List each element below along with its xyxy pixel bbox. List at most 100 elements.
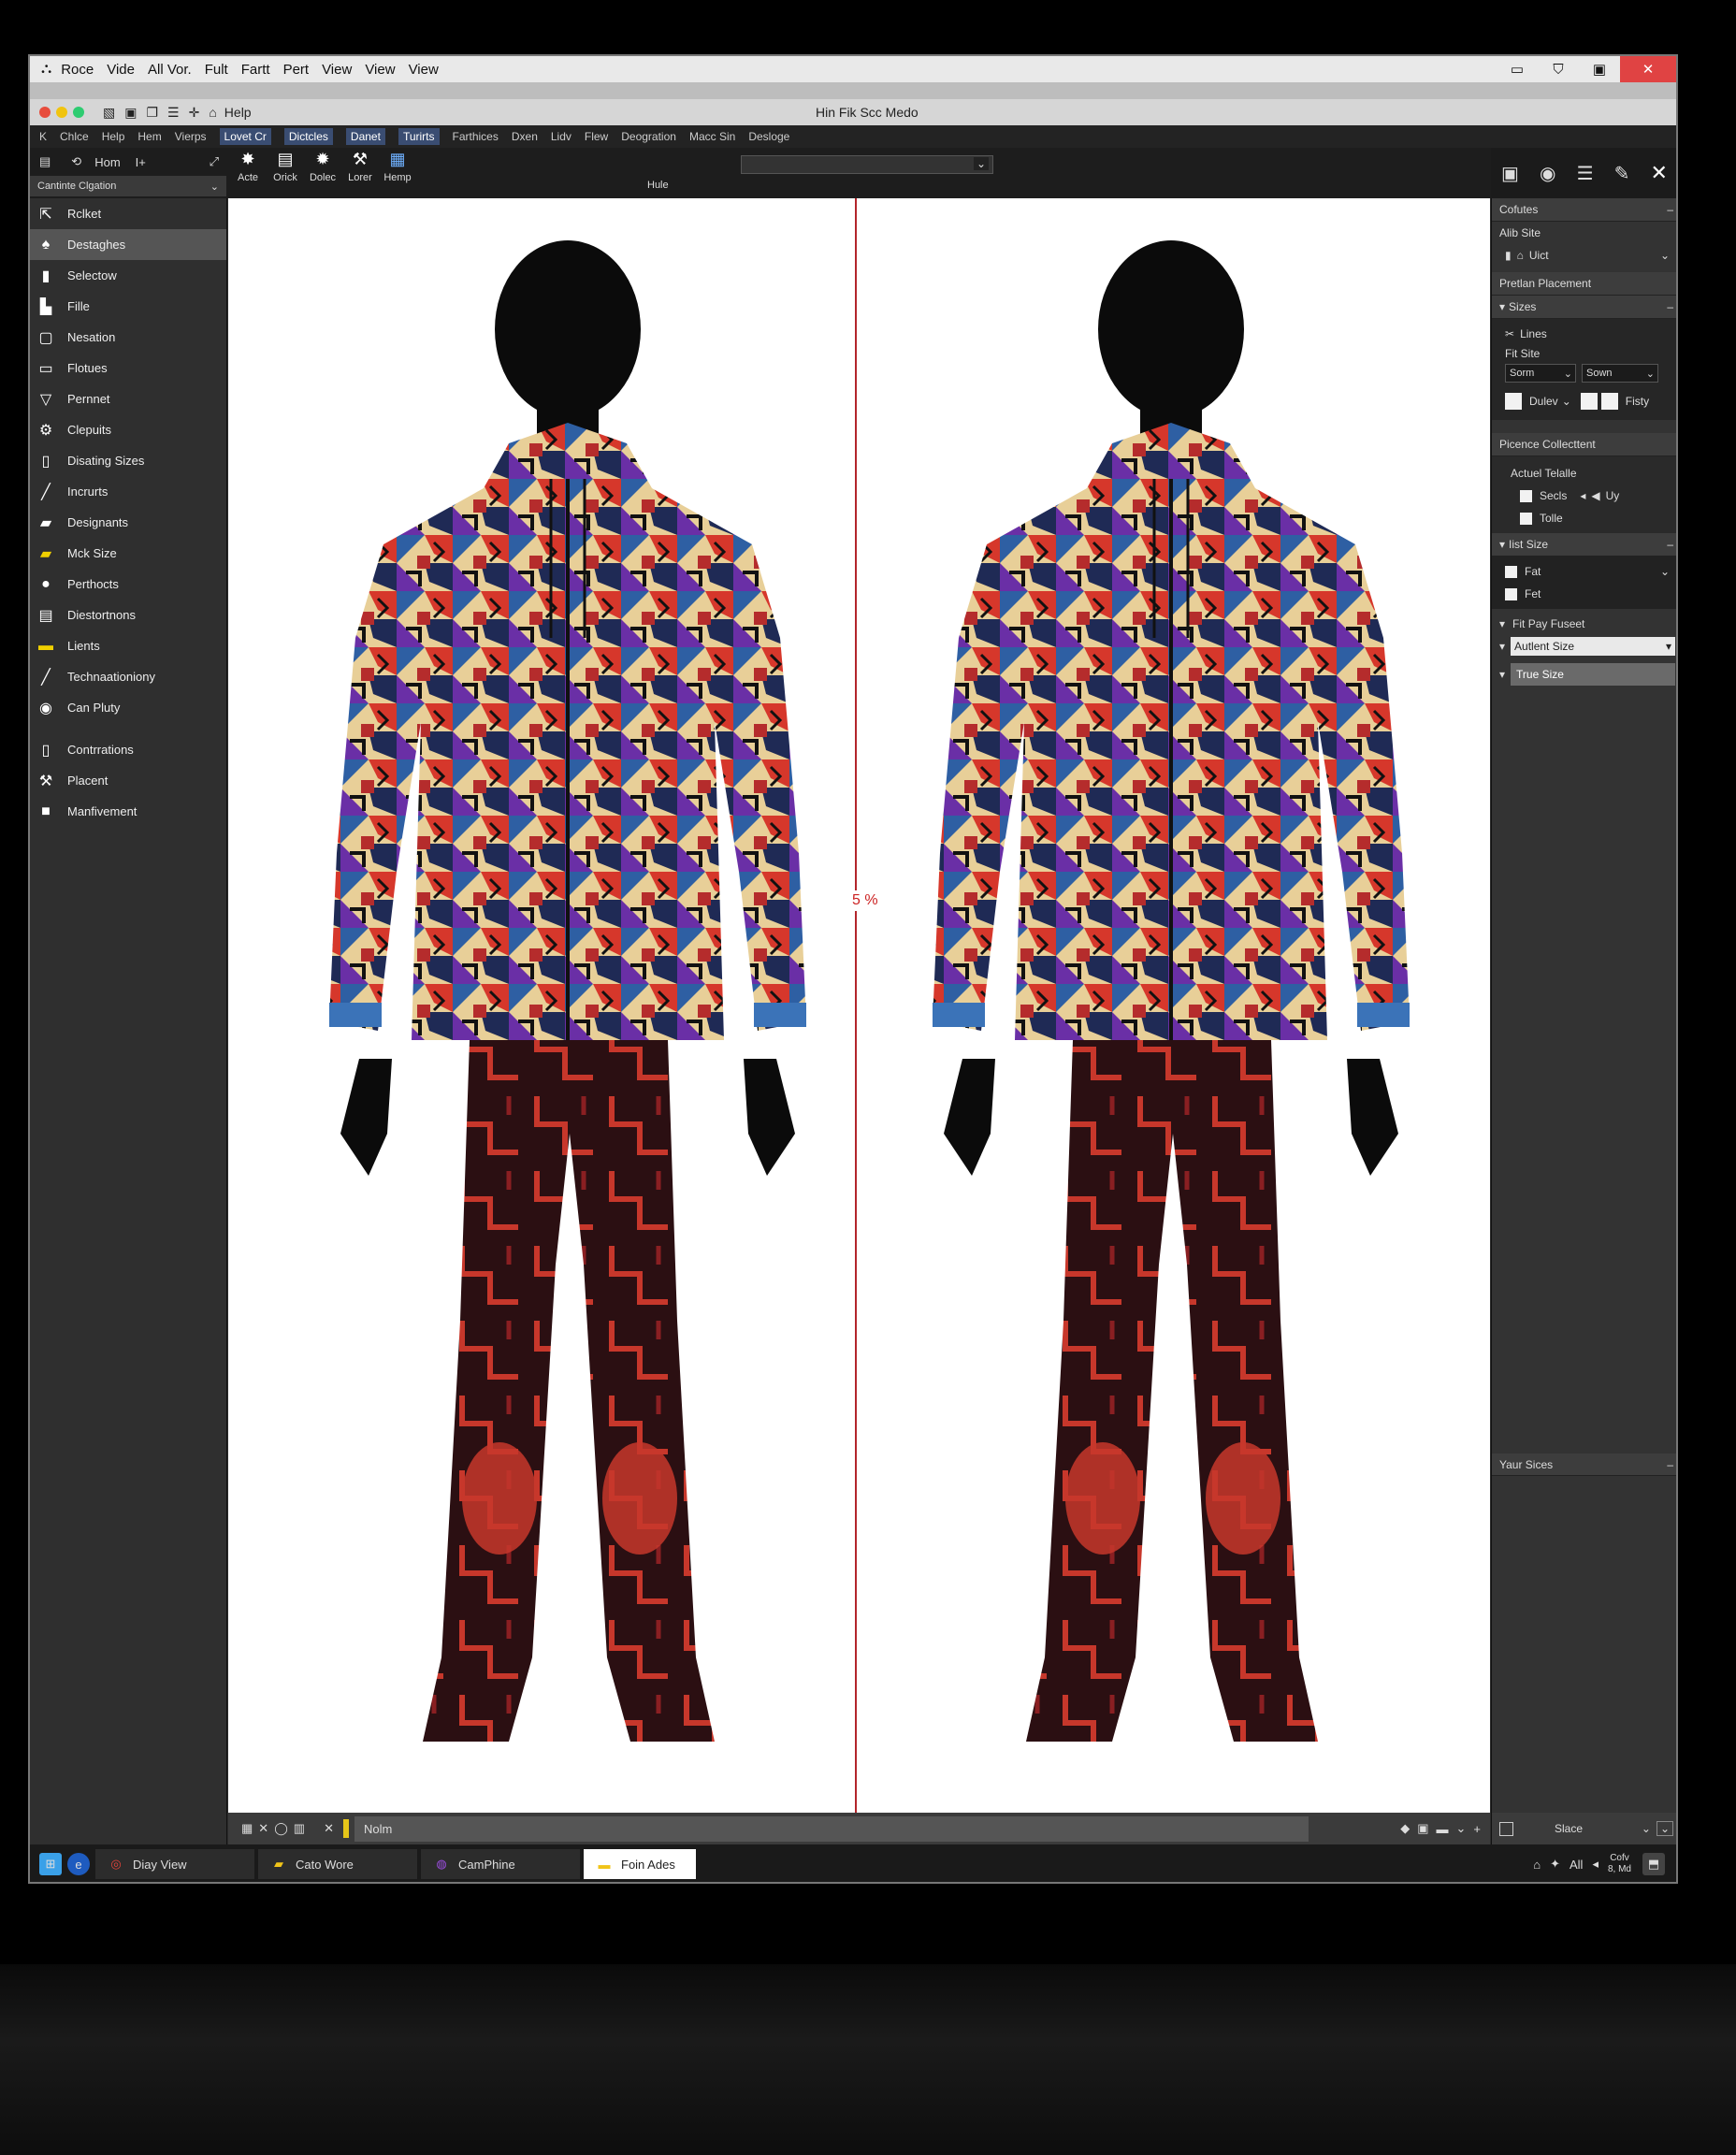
os-menu-item[interactable]: Vide — [107, 62, 135, 78]
menu-item[interactable]: Lovet Cr — [219, 128, 271, 145]
slace-checkbox[interactable] — [1499, 1821, 1513, 1836]
help-menu[interactable]: Help — [224, 105, 252, 120]
true-size-button[interactable]: True Size — [1511, 663, 1675, 686]
move-icon[interactable]: ✛ — [189, 105, 200, 121]
left-tool-item[interactable]: ▙ Fille — [30, 291, 226, 322]
pin-icon[interactable]: ✎ — [1614, 162, 1630, 185]
tool-button[interactable]: ✹ Dolec — [305, 150, 340, 183]
left-tool-item[interactable]: ▰ Designants — [30, 507, 226, 538]
cycle-icon[interactable]: ⟲ — [71, 154, 81, 169]
film-icon[interactable]: ▥ — [294, 1821, 305, 1836]
menu-item[interactable]: Dxen — [512, 130, 538, 143]
swatch-white-1[interactable] — [1580, 393, 1598, 410]
tray-text[interactable]: All — [1570, 1858, 1583, 1872]
tool-button[interactable]: ▤ Orick — [268, 150, 303, 183]
lock-row[interactable]: ▮ ⌂ Uict ⌄ — [1492, 244, 1676, 267]
collapse-icon[interactable]: – — [1667, 1458, 1673, 1471]
left-tool-item[interactable]: ▮ Selectow — [30, 260, 226, 291]
fit-preset-row[interactable]: ▾ Fit Pay Fuseet — [1492, 613, 1676, 635]
os-menu-item[interactable]: View — [409, 62, 439, 78]
tool-button[interactable]: ⚒ Lorer — [342, 150, 378, 183]
menu-item[interactable]: Danet — [345, 128, 385, 145]
shield-icon[interactable]: ⛉ — [1538, 56, 1579, 82]
diamond-icon[interactable]: ◆ — [1400, 1821, 1410, 1836]
menu-item[interactable]: Hem — [137, 130, 161, 143]
restore-icon[interactable]: ▭ — [1497, 56, 1538, 82]
status-tab[interactable]: Nolm — [354, 1815, 1309, 1842]
left-tool-item[interactable]: ▯ Contrrations — [30, 734, 226, 765]
left-tool-item[interactable]: ◉ Can Pluty — [30, 692, 226, 723]
os-menu-item[interactable]: View — [365, 62, 395, 78]
left-tool-item[interactable]: ⚒ Placent — [30, 765, 226, 796]
expand-icon[interactable]: ⤢ — [210, 154, 219, 169]
menu-item[interactable]: Desloge — [748, 130, 789, 143]
maximize-icon[interactable]: ▣ — [1579, 56, 1620, 82]
tool-button[interactable]: ▦ Hemp — [380, 150, 415, 183]
circle-icon[interactable]: ◯ — [274, 1821, 288, 1836]
left-tool-item[interactable]: ⚙ Clepuits — [30, 414, 226, 445]
cofutes-section-header[interactable]: Cofutes – — [1492, 198, 1676, 222]
close-dot-icon[interactable] — [39, 107, 51, 118]
left-tool-item[interactable]: ▭ Flotues — [30, 353, 226, 383]
panel-icon[interactable]: ▤ — [39, 154, 51, 169]
canvas[interactable]: 5 % — [228, 198, 1490, 1813]
photo-icon[interactable]: ▣ — [124, 105, 137, 121]
mannequin-left[interactable] — [329, 240, 806, 1742]
left-tool-item[interactable]: ▯ Disating Sizes — [30, 445, 226, 476]
sizes-header[interactable]: ▾ Sizes – — [1492, 296, 1676, 319]
menu-item[interactable]: Vierps — [175, 130, 207, 143]
left-tool-item[interactable]: ▢ Nesation — [30, 322, 226, 353]
menu-item[interactable]: Deogration — [621, 130, 676, 143]
placement-header[interactable]: Pretlan Placement — [1492, 272, 1676, 296]
left-tool-item[interactable]: ⇱ Rclket — [30, 198, 226, 229]
layer-icon[interactable]: ▣ — [1417, 1821, 1428, 1836]
more-icon[interactable]: ⌄ — [1656, 1821, 1673, 1836]
left-tool-item[interactable]: ■ Manfivement — [30, 796, 226, 827]
volume-icon[interactable]: ◂ — [1592, 1857, 1599, 1872]
left-tool-item[interactable]: ♠ Destaghes — [30, 229, 226, 260]
add-button[interactable]: I+ — [136, 155, 146, 169]
os-menu-item[interactable]: All Vor. — [148, 62, 192, 78]
camera-icon[interactable]: ◉ — [1540, 162, 1555, 185]
chevron-down-icon[interactable]: ⌄ — [1456, 1821, 1467, 1836]
swatch-white-2[interactable] — [1600, 393, 1618, 410]
os-menu-item[interactable]: Fartt — [241, 62, 270, 78]
taskbar-item[interactable]: ◎ Diay View — [95, 1849, 254, 1879]
menu-icon[interactable]: ☰ — [1577, 162, 1594, 185]
network-icon[interactable]: ✦ — [1550, 1857, 1560, 1872]
toolbar-dropdown[interactable]: ⌄ — [741, 155, 993, 174]
close-tab-icon[interactable]: ✕ — [324, 1821, 334, 1836]
taskbar-item[interactable]: ◍ CamPhine — [421, 1849, 580, 1879]
os-menu-item[interactable]: Pert — [283, 62, 310, 78]
chevron-down-icon[interactable]: ⌄ — [1642, 1822, 1651, 1835]
hom-button[interactable]: Hom — [94, 155, 120, 169]
left-tool-item[interactable]: ▰ Mck Size — [30, 538, 226, 569]
left-tool-item[interactable]: ▬ Lients — [30, 630, 226, 661]
os-menu-item[interactable]: View — [322, 62, 352, 78]
menu-item[interactable]: Macc Sin — [689, 130, 735, 143]
autent-size-select[interactable]: Autlent Size ▾ — [1511, 637, 1675, 656]
menu-item[interactable]: Flew — [585, 130, 608, 143]
menu-item[interactable]: Help — [102, 130, 125, 143]
menu-item[interactable]: Dictcles — [283, 128, 333, 145]
start-icon[interactable]: ⊞ — [39, 1853, 62, 1875]
fat1-row[interactable]: Fat ⌄ — [1492, 560, 1676, 583]
copy-icon[interactable]: ▮ — [1505, 249, 1512, 262]
menu-item[interactable]: Lidv — [551, 130, 571, 143]
save-icon[interactable]: ▣ — [1501, 162, 1519, 185]
size-select-2[interactable]: Sown ⌄ — [1582, 364, 1658, 383]
home-icon[interactable]: ⌂ — [1533, 1858, 1541, 1872]
grid-icon[interactable]: ▦ — [241, 1821, 253, 1836]
menu-item[interactable]: K — [39, 130, 47, 143]
menu-item[interactable]: Chlce — [60, 130, 89, 143]
your-sizes-header[interactable]: Yaur Sices – — [1492, 1454, 1676, 1476]
left-tool-item[interactable]: ▤ Diestortnons — [30, 600, 226, 630]
fat2-row[interactable]: Fet — [1492, 583, 1676, 605]
chevron-down-icon[interactable]: ⌄ — [1660, 249, 1670, 262]
list-size-header[interactable]: ▾ Iist Size – — [1492, 533, 1676, 557]
collection-header[interactable]: Picence Collecttent — [1492, 433, 1676, 456]
taskbar-item[interactable]: ▬ Foin Ades — [584, 1849, 696, 1879]
chevron-down-icon[interactable]: ⌄ — [1660, 565, 1670, 578]
copy-icon[interactable]: ❐ — [146, 105, 158, 121]
left-tool-item[interactable]: ╱ Technaationiony — [30, 661, 226, 692]
